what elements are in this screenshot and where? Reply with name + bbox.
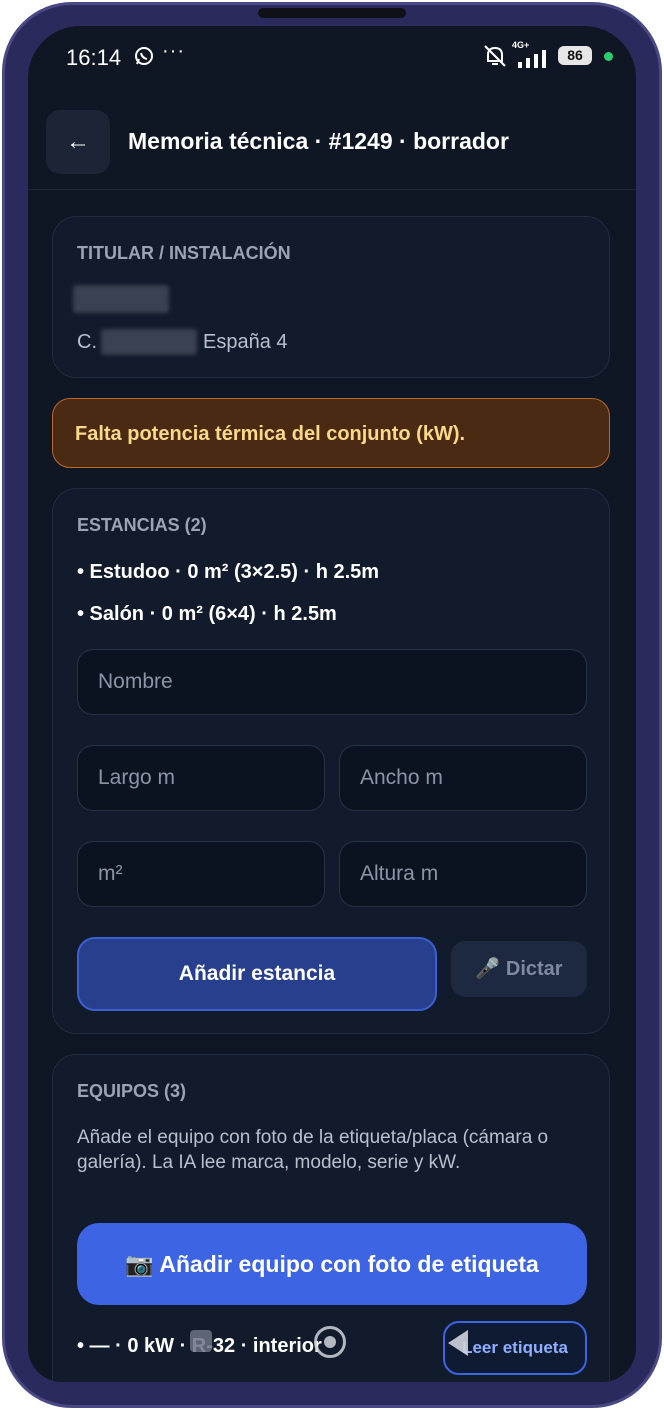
battery-indicator: 86 bbox=[558, 46, 592, 65]
home-nav-icon[interactable] bbox=[314, 1326, 346, 1358]
recents-nav-icon[interactable] bbox=[190, 1330, 212, 1352]
estancias-section-label: ESTANCIAS (2) bbox=[77, 515, 207, 535]
add-equipment-photo-button[interactable]: 📷 Añadir equipo con foto de etiqueta bbox=[77, 1223, 587, 1305]
titular-section-label: TITULAR / INSTALACIÓN bbox=[77, 243, 291, 263]
titular-card: TITULAR / INSTALACIÓN C. España 4 bbox=[52, 216, 610, 378]
page-title: Memoria técnica · #1249 · borrador bbox=[128, 128, 509, 154]
room-length-input[interactable]: Largo m bbox=[77, 745, 325, 811]
redacted-owner-name bbox=[73, 285, 169, 313]
whatsapp-icon bbox=[135, 47, 153, 65]
estancias-card: ESTANCIAS (2) • Estudoo · 0 m² (3×2.5) ·… bbox=[52, 488, 610, 1034]
signal-icon: 4G+ bbox=[512, 40, 552, 68]
network-type-label: 4G+ bbox=[512, 40, 530, 50]
app-header: ← Memoria técnica · #1249 · borrador bbox=[28, 100, 636, 190]
equipos-description: Añade el equipo con foto de la etiqueta/… bbox=[77, 1127, 549, 1173]
room-list-item: • Estudoo · 0 m² (3×2.5) · h 2.5m bbox=[77, 561, 380, 583]
room-list-item: • Salón · 0 m² (6×4) · h 2.5m bbox=[77, 603, 337, 625]
address-suffix: España 4 bbox=[203, 330, 288, 353]
warning-banner: Falta potencia térmica del conjunto (kW)… bbox=[52, 398, 610, 468]
address-line: C. España 4 bbox=[77, 329, 288, 355]
room-area-input[interactable]: m² bbox=[77, 841, 325, 907]
equipos-section-label: EQUIPOS (3) bbox=[77, 1081, 187, 1101]
mute-bell-icon bbox=[484, 45, 506, 67]
speaker-notch bbox=[258, 8, 406, 18]
address-prefix: C. bbox=[77, 330, 97, 353]
more-notifications-icon: ··· bbox=[162, 40, 185, 62]
room-name-input[interactable]: Nombre bbox=[77, 649, 587, 715]
back-button[interactable]: ← bbox=[46, 110, 110, 174]
room-height-input[interactable]: Altura m bbox=[339, 841, 587, 907]
dictate-button[interactable]: 🎤 Dictar bbox=[451, 941, 587, 997]
redacted-address bbox=[101, 329, 197, 355]
back-nav-icon[interactable] bbox=[448, 1330, 468, 1356]
add-room-button[interactable]: Añadir estancia bbox=[77, 937, 437, 1011]
status-bar: 16:14 ··· 4G+ 86 bbox=[28, 26, 636, 88]
status-time: 16:14 bbox=[66, 45, 122, 70]
privacy-indicator-dot bbox=[604, 52, 613, 61]
app-screen: 16:14 ··· 4G+ 86 ← Memoria técnica · #12… bbox=[28, 26, 636, 1382]
room-width-input[interactable]: Ancho m bbox=[339, 745, 587, 811]
